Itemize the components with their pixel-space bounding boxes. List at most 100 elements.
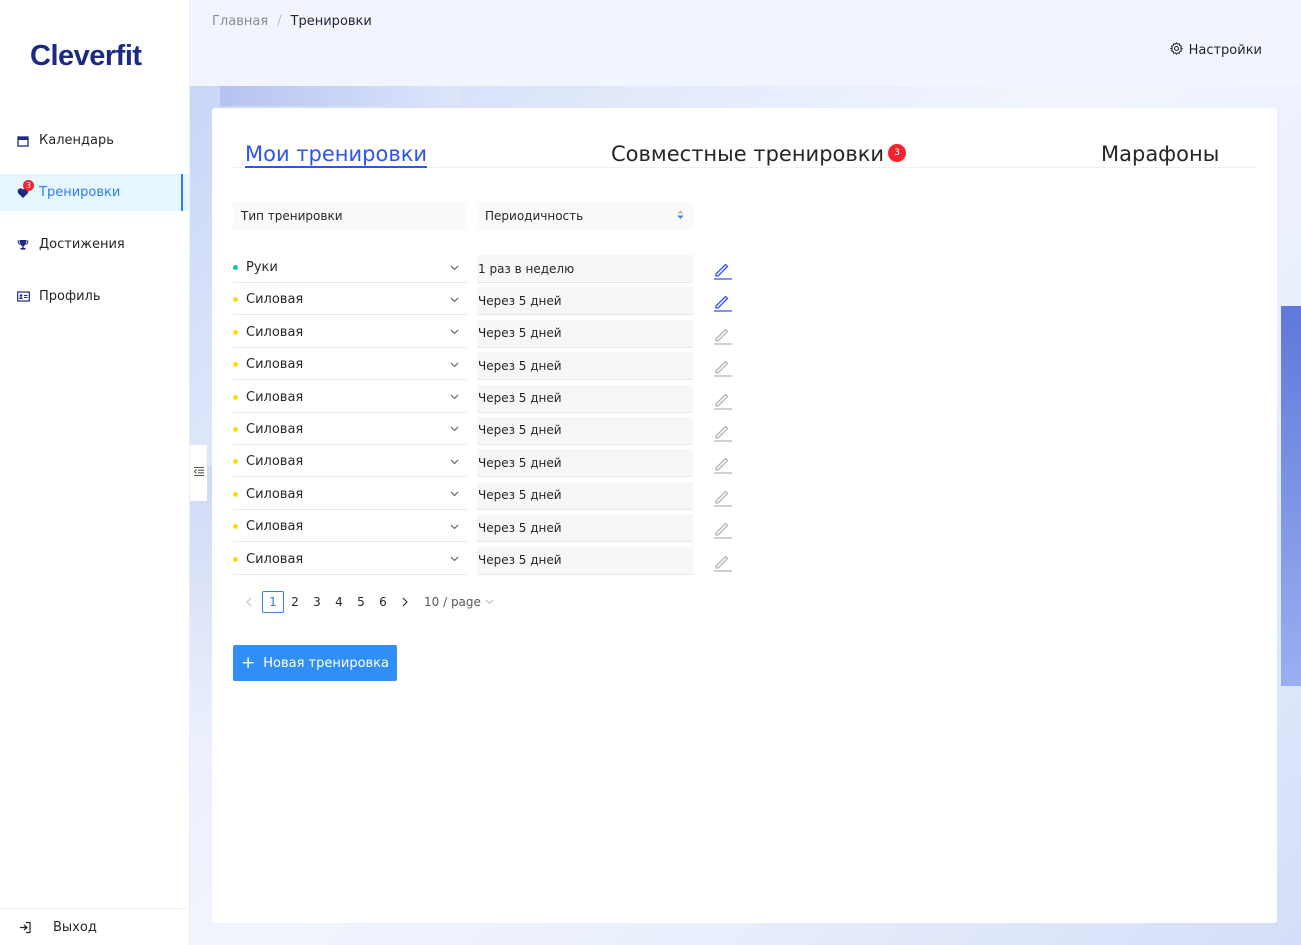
tab-joint-trainings[interactable]: Совместные тренировки 3 — [611, 142, 907, 166]
training-period-field[interactable]: Через 5 дней — [477, 481, 693, 510]
training-row: Силовая Через 5 дней — [233, 545, 753, 577]
training-type-value: Силовая — [246, 357, 304, 373]
sort-icon[interactable] — [677, 209, 684, 223]
trainings-list: Руки 1 раз в неделю Силовая Через 5 дней Сил… — [233, 253, 753, 577]
training-type-select[interactable]: Силовая — [233, 318, 467, 348]
training-type-value: Силовая — [246, 389, 304, 405]
edit-icon[interactable] — [711, 551, 733, 573]
training-row: Силовая Через 5 дней — [233, 285, 753, 317]
id-card-icon — [16, 290, 30, 304]
breadcrumb-home[interactable]: Главная — [212, 14, 268, 29]
training-type-value: Руки — [246, 260, 278, 275]
settings-button[interactable]: Настройки — [1169, 41, 1262, 59]
training-period-field[interactable]: Через 5 дней — [477, 384, 693, 413]
training-period-value: Через 5 дней — [478, 455, 562, 470]
training-type-select[interactable]: Силовая — [233, 350, 467, 381]
sidebar-item-profile[interactable]: Профиль — [0, 278, 190, 315]
new-training-button[interactable]: + Новая тренировка — [233, 645, 397, 681]
background-decoration — [190, 466, 212, 766]
training-type-select[interactable]: Руки — [233, 253, 467, 283]
training-period-field[interactable]: Через 5 дней — [477, 514, 693, 543]
type-color-dot — [233, 394, 238, 400]
tab-label: Марафоны — [1101, 142, 1220, 166]
trophy-icon — [16, 238, 30, 252]
training-period-value: Через 5 дней — [478, 423, 562, 438]
page-size-value: 10 / page — [424, 595, 481, 609]
pagination-page[interactable]: 1 — [262, 591, 284, 613]
tab-label: Совместные тренировки — [611, 142, 885, 166]
training-type-value: Силовая — [246, 421, 304, 437]
tab-my-trainings[interactable]: Мои тренировки — [245, 142, 428, 168]
training-period-value: Через 5 дней — [478, 553, 562, 568]
sidebar-item-achievements[interactable]: Достижения — [0, 226, 190, 263]
column-header-period[interactable]: Периодичность — [477, 202, 693, 230]
edit-icon[interactable] — [711, 356, 733, 378]
training-period-field[interactable]: Через 5 дней — [477, 352, 693, 381]
edit-icon[interactable] — [711, 486, 733, 508]
gear-icon — [1169, 41, 1189, 59]
training-period-value: Через 5 дней — [478, 488, 562, 503]
pagination-page[interactable]: 6 — [372, 591, 394, 613]
training-type-value: Силовая — [246, 454, 304, 470]
training-type-value: Силовая — [246, 486, 304, 502]
exit-label: Выход — [53, 919, 97, 935]
pagination-page[interactable]: 3 — [306, 591, 328, 613]
pagination-next-button[interactable] — [394, 591, 416, 613]
type-color-dot — [233, 265, 238, 270]
logout-icon — [18, 920, 32, 934]
training-period-field[interactable]: Через 5 дней — [477, 319, 693, 348]
training-type-select[interactable]: Силовая — [233, 383, 467, 413]
notification-badge: 3 — [23, 179, 34, 191]
edit-icon[interactable] — [711, 518, 733, 540]
chevron-down-icon — [450, 556, 459, 562]
sidebar-collapse-button[interactable] — [190, 445, 207, 501]
training-type-select[interactable]: Силовая — [233, 545, 467, 575]
training-type-select[interactable]: Силовая — [233, 512, 467, 543]
calendar-icon — [16, 134, 30, 148]
edit-icon[interactable] — [711, 453, 733, 475]
chevron-down-icon — [450, 265, 459, 270]
chevron-down-icon — [450, 491, 459, 497]
tab-label: Мои тренировки — [245, 142, 428, 166]
edit-icon[interactable] — [711, 324, 733, 346]
tab-marathons[interactable]: Марафоны — [1101, 142, 1219, 166]
edit-icon[interactable] — [711, 259, 733, 281]
training-period-field[interactable]: Через 5 дней — [477, 449, 693, 478]
training-type-value: Силовая — [246, 292, 304, 308]
training-type-select[interactable]: Силовая — [233, 447, 467, 478]
training-row: Силовая Через 5 дней — [233, 480, 753, 512]
training-type-select[interactable]: Силовая — [233, 480, 467, 510]
type-color-dot — [233, 491, 238, 497]
chevron-down-icon — [450, 427, 459, 432]
chevron-left-icon — [246, 597, 252, 607]
pagination: 1 2 3 4 5 6 10 / page — [238, 591, 494, 613]
sidebar-item-label: Профиль — [39, 289, 101, 304]
type-color-dot — [233, 426, 238, 432]
training-period-field[interactable]: Через 5 дней — [477, 287, 693, 316]
edit-icon[interactable] — [711, 291, 733, 313]
training-period-field[interactable]: Через 5 дней — [477, 546, 693, 575]
page-size-select[interactable]: 10 / page — [424, 595, 494, 609]
logo[interactable]: Cleverfit — [30, 40, 142, 73]
training-period-field[interactable]: Через 5 дней — [477, 416, 693, 445]
training-row: Силовая Через 5 дней — [233, 415, 753, 447]
pagination-page[interactable]: 4 — [328, 591, 350, 613]
training-type-select[interactable]: Силовая — [233, 285, 467, 316]
edit-icon[interactable] — [711, 389, 733, 411]
pagination-page[interactable]: 2 — [284, 591, 306, 613]
type-color-dot — [233, 297, 238, 303]
sidebar-item-trainings[interactable]: 3 Тренировки — [0, 174, 190, 211]
breadcrumb: Главная / Тренировки — [212, 14, 372, 29]
type-color-dot — [233, 329, 238, 335]
exit-button[interactable]: Выход — [0, 908, 190, 945]
edit-icon[interactable] — [711, 421, 733, 443]
pagination-page[interactable]: 5 — [350, 591, 372, 613]
training-type-select[interactable]: Силовая — [233, 415, 467, 445]
type-color-dot — [233, 556, 238, 562]
training-period-value: 1 раз в неделю — [478, 261, 575, 276]
training-period-value: Через 5 дней — [478, 391, 562, 406]
training-period-field[interactable]: 1 раз в неделю — [477, 255, 693, 283]
sidebar-item-calendar[interactable]: Календарь — [0, 122, 190, 159]
pagination-prev-button[interactable] — [238, 591, 260, 613]
settings-label: Настройки — [1188, 43, 1262, 58]
